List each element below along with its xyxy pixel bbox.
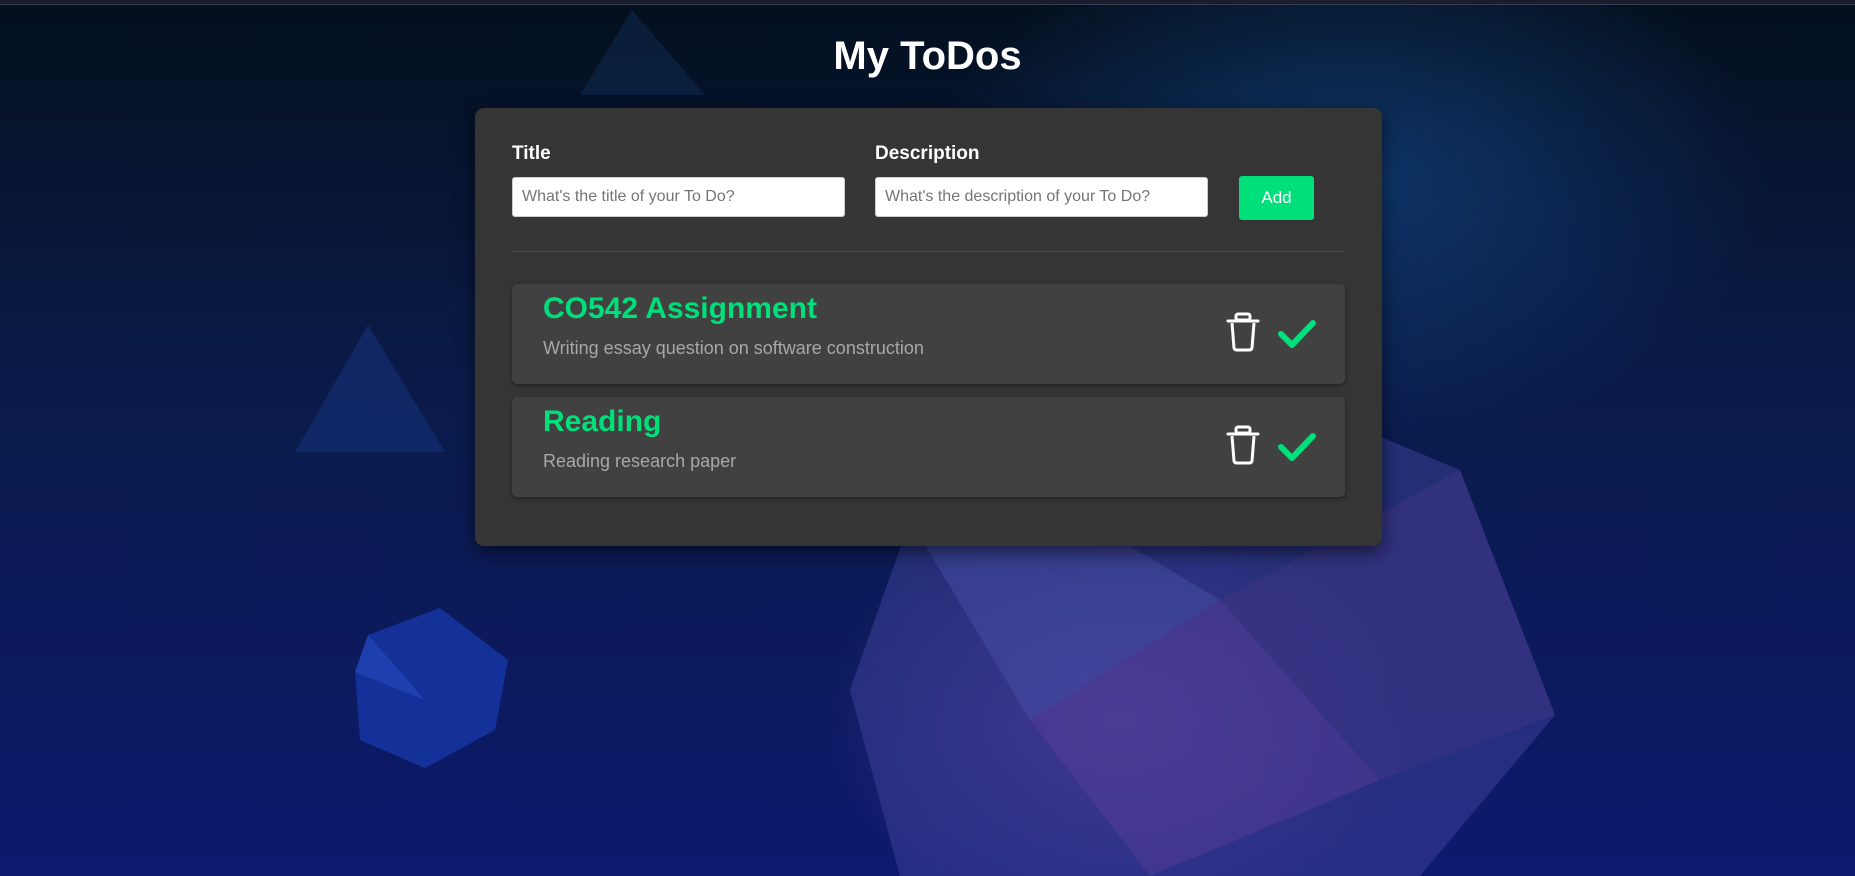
todo-title: Reading — [543, 405, 662, 438]
title-input[interactable] — [512, 177, 845, 217]
description-label: Description — [875, 143, 980, 164]
todo-panel: Title Description Add CO542 Assignment W… — [475, 108, 1382, 546]
check-icon[interactable] — [1278, 319, 1316, 349]
todo-description: Writing essay question on software const… — [543, 338, 924, 358]
trash-icon[interactable] — [1225, 425, 1261, 465]
divider — [512, 251, 1345, 252]
page-title: My ToDos — [833, 34, 1022, 78]
add-button[interactable]: Add — [1239, 176, 1314, 220]
title-label: Title — [512, 143, 551, 164]
check-icon[interactable] — [1278, 432, 1316, 462]
todo-item: Reading Reading research paper — [512, 397, 1345, 497]
description-input[interactable] — [875, 177, 1208, 217]
trash-icon[interactable] — [1225, 312, 1261, 352]
description-field-group: Description — [875, 143, 1208, 217]
todo-title: CO542 Assignment — [543, 292, 817, 325]
todo-description: Reading research paper — [543, 451, 737, 471]
title-field-group: Title — [512, 143, 845, 217]
todo-item: CO542 Assignment Writing essay question … — [512, 284, 1345, 384]
